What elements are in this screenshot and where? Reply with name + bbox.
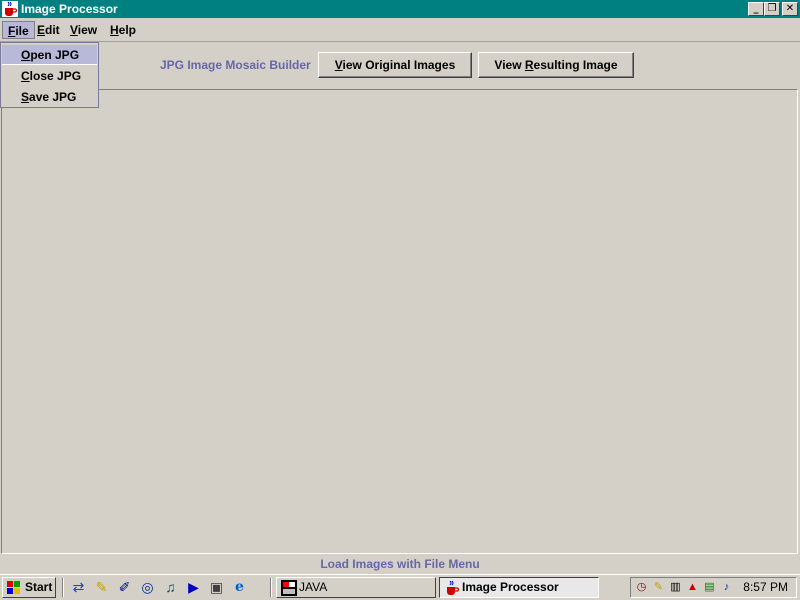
ms-dos-icon: [281, 580, 297, 596]
menu-help-label: elp: [118, 23, 137, 37]
menu-file[interactable]: File: [2, 21, 35, 39]
app-window: Image Processor _ ❐ ✕ File Edit View Hel…: [0, 0, 800, 574]
minimize-button[interactable]: _: [748, 2, 764, 16]
view-original-images-button[interactable]: View Original Images: [318, 52, 472, 78]
network-icon[interactable]: ⇄: [70, 579, 87, 596]
system-tray: ◷ ✎ ▥ ▲ ▤ ♪ 8:57 PM: [630, 577, 797, 598]
close-button[interactable]: ✕: [782, 2, 798, 16]
menu-item-save-jpg[interactable]: Save JPG: [2, 87, 97, 107]
pencil-icon[interactable]: ✎: [93, 579, 110, 596]
view-resulting-label: esulting Image: [533, 58, 618, 72]
editor-icon[interactable]: ✐: [116, 579, 133, 596]
mosaic-builder-label: JPG Image Mosaic Builder: [160, 58, 311, 72]
restore-button[interactable]: ❐: [764, 2, 780, 16]
menu-item-open-jpg[interactable]: Open JPG: [2, 45, 97, 65]
task-java-label: JAVA: [299, 580, 328, 594]
menu-edit-mnemonic: E: [37, 23, 46, 37]
open-jpg-label: pen JPG: [30, 48, 80, 62]
globe-icon[interactable]: ◎: [139, 579, 156, 596]
document-icon[interactable]: ▣: [208, 579, 225, 596]
menu-view[interactable]: View: [65, 21, 102, 39]
menu-view-label: iew: [77, 23, 98, 37]
view-original-label: iew Original Images: [342, 58, 456, 72]
save-jpg-label: ave JPG: [29, 90, 77, 104]
taskbar: Start ⇄ ✎ ✐ ◎ ♫ ▶ ▣ e JAVA Image Process…: [0, 574, 800, 600]
scheduler-icon[interactable]: ◷: [634, 580, 649, 595]
menu-help-mnemonic: H: [110, 23, 119, 37]
file-menu-dropdown: Open JPG Close JPG Save JPG: [0, 42, 99, 108]
image-canvas-panel[interactable]: [1, 89, 798, 554]
close-jpg-label: lose JPG: [29, 69, 82, 83]
menu-file-label: ile: [15, 24, 29, 38]
volume-icon[interactable]: ♪: [719, 580, 734, 595]
java-cup-icon: [447, 580, 460, 595]
menu-help[interactable]: Help: [105, 21, 141, 39]
taskbar-separator: [62, 578, 64, 597]
view-resulting-pre: View: [494, 58, 525, 72]
windows-flag-icon: [7, 581, 20, 594]
title-bar[interactable]: Image Processor _ ❐ ✕: [0, 0, 800, 18]
start-label: Start: [25, 580, 53, 594]
taskbar-separator: [270, 578, 272, 597]
tray-pencil-icon[interactable]: ✎: [651, 580, 666, 595]
view-resulting-mnemonic: R: [524, 58, 534, 72]
status-message: Load Images with File Menu: [320, 557, 480, 571]
signal-icon[interactable]: ▥: [668, 580, 683, 595]
menu-bar: File Edit View Help: [0, 19, 800, 42]
java-cup-icon: [2, 1, 18, 17]
view-resulting-image-button[interactable]: View Resulting Image: [478, 52, 634, 78]
player-icon[interactable]: ▶: [185, 579, 202, 596]
task-java[interactable]: JAVA: [276, 577, 436, 598]
task-image-processor-label: Image Processor: [462, 580, 559, 594]
monitor-icon[interactable]: ▤: [702, 580, 717, 595]
save-jpg-mnemonic: S: [21, 90, 30, 104]
menu-view-mnemonic: V: [70, 23, 78, 37]
music-icon[interactable]: ♫: [162, 579, 179, 596]
clock[interactable]: 8:57 PM: [743, 578, 788, 597]
internet-explorer-icon[interactable]: e: [231, 579, 248, 596]
task-image-processor[interactable]: Image Processor: [439, 577, 599, 598]
menu-edit[interactable]: Edit: [32, 21, 65, 39]
view-original-mnemonic: V: [334, 58, 343, 72]
menu-edit-label: dit: [45, 23, 60, 37]
menu-item-close-jpg[interactable]: Close JPG: [2, 66, 97, 86]
ati-icon[interactable]: ▲: [685, 580, 700, 595]
window-title: Image Processor: [21, 2, 118, 16]
close-jpg-mnemonic: C: [21, 69, 30, 83]
open-jpg-mnemonic: O: [21, 48, 31, 62]
start-button[interactable]: Start: [2, 577, 56, 598]
